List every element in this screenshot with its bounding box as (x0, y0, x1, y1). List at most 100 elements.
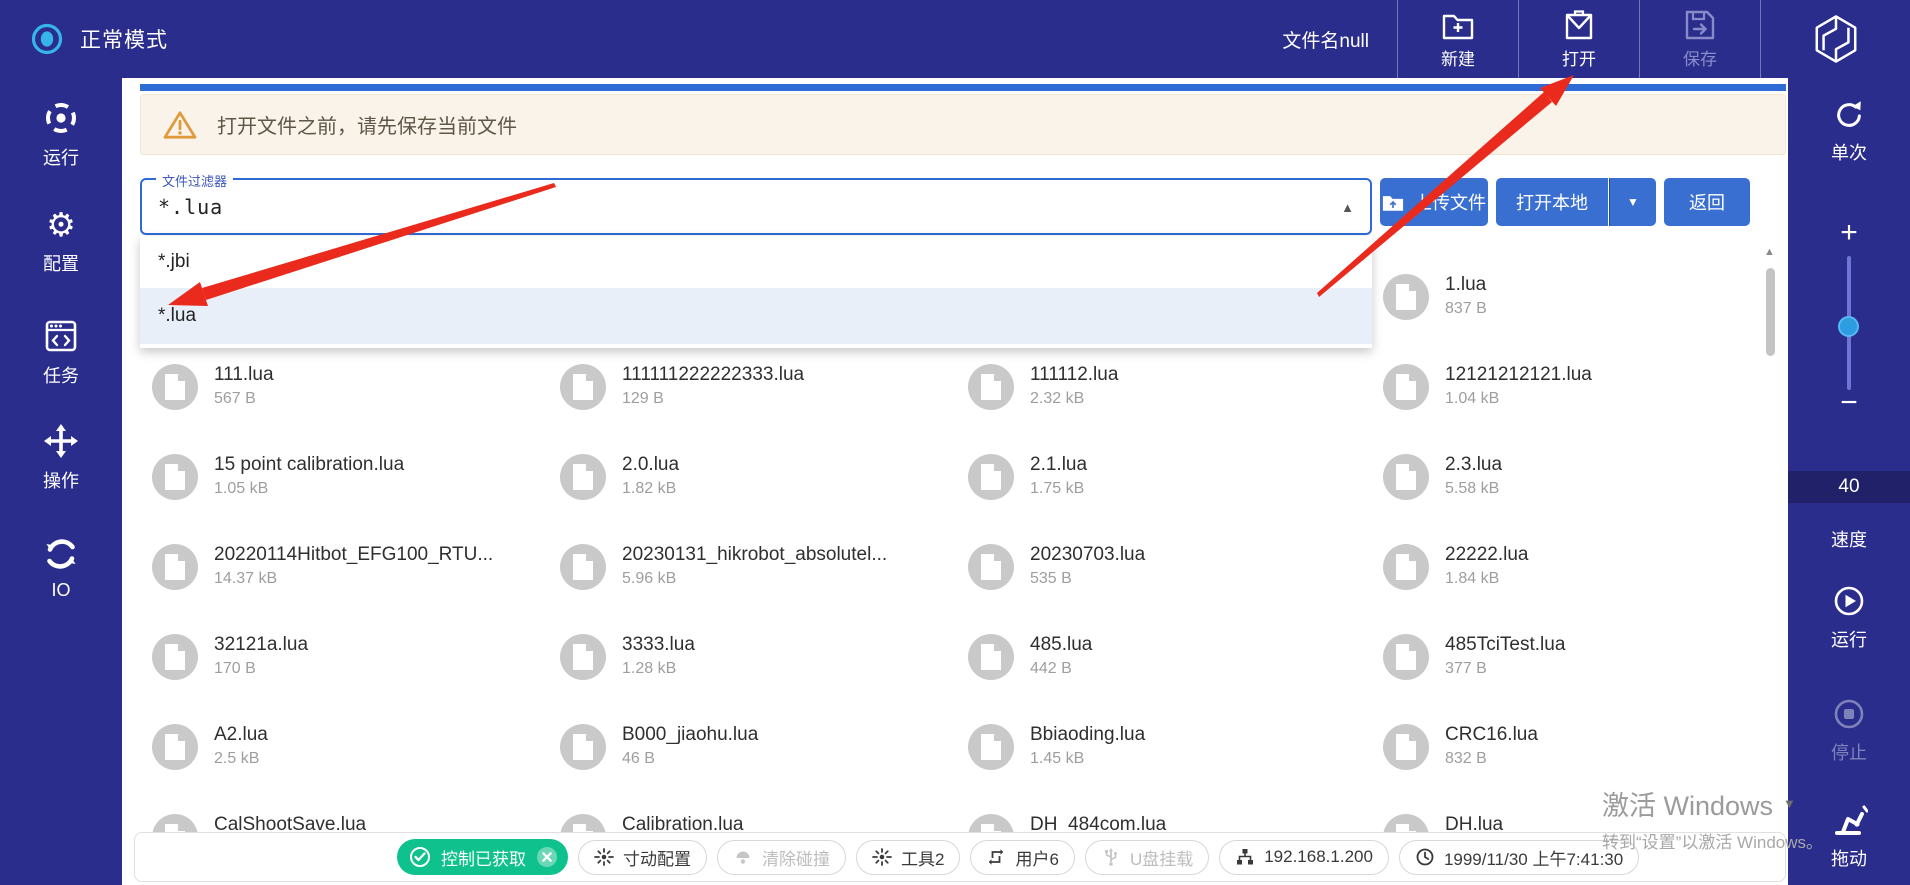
clear-collision-chip[interactable]: 清除碰撞 (717, 840, 846, 875)
file-icon (152, 454, 198, 500)
file-item[interactable]: Calibration.lua (560, 814, 940, 832)
file-name: DH_484com.lua (1030, 814, 1166, 832)
file-item[interactable]: 111.lua567 B (152, 364, 532, 410)
file-item[interactable]: 20230703.lua535 B (968, 544, 1348, 590)
sidebar-item-task[interactable]: 任务 (0, 318, 122, 388)
left-sidebar: 运行 ⚙ 配置 任务 操作 (0, 78, 122, 885)
file-item[interactable]: 32121a.lua170 B (152, 634, 532, 680)
datetime-label: 1999/11/30 上午7:41:30 (1444, 845, 1623, 870)
dropdown-option-jbi[interactable]: *.jbi (140, 236, 1372, 288)
scrollbar-thumb[interactable] (1766, 268, 1775, 356)
file-item[interactable]: 485.lua442 B (968, 634, 1348, 680)
file-item[interactable]: DH_484com.lua (968, 814, 1348, 832)
file-size: 129 B (622, 390, 804, 408)
file-icon (1383, 724, 1429, 770)
file-icon (968, 454, 1014, 500)
save-file-label: 保存 (1683, 45, 1717, 70)
file-item[interactable]: 111111222222333.lua129 B (560, 364, 940, 410)
close-circle-icon[interactable] (536, 846, 558, 868)
speed-minus-button[interactable]: − (1788, 386, 1910, 420)
file-item[interactable]: 15 point calibration.lua1.05 kB (152, 454, 532, 500)
top-bar: 正常模式 文件名null 新建 打开 保存 (0, 0, 1910, 78)
jog-icon (594, 847, 614, 867)
sidebar-item-io[interactable]: IO (0, 536, 122, 601)
file-icon (560, 364, 606, 410)
sidebar-item-operate[interactable]: 操作 (0, 423, 122, 493)
check-circle-icon (409, 846, 431, 868)
file-item[interactable]: 12121212121.lua1.04 kB (1383, 364, 1763, 410)
file-size: 535 B (1030, 570, 1145, 588)
file-icon (560, 634, 606, 680)
file-name: 2.0.lua (622, 454, 679, 476)
scrollbar-up-icon[interactable]: ▲ (1764, 246, 1775, 258)
file-item[interactable]: DH.lua (1383, 814, 1763, 832)
open-file-button[interactable]: 打开 (1518, 0, 1639, 78)
file-item[interactable]: Bbiaoding.lua1.45 kB (968, 724, 1348, 770)
brand-logo (1760, 0, 1910, 78)
file-item[interactable]: 2.1.lua1.75 kB (968, 454, 1348, 500)
control-acquired-label: 控制已获取 (441, 845, 526, 870)
ip-address-label: 192.168.1.200 (1264, 847, 1373, 867)
usb-mount-chip[interactable]: U盘挂载 (1085, 840, 1209, 875)
file-item[interactable]: 3333.lua1.28 kB (560, 634, 940, 680)
file-item[interactable]: 20230131_hikrobot_absolutel...5.96 kB (560, 544, 940, 590)
tool-chip[interactable]: 工具2 (856, 840, 960, 875)
drag-button[interactable]: 拖动 (1788, 800, 1910, 871)
new-file-label: 新建 (1441, 45, 1475, 70)
file-size: 14.37 kB (214, 570, 493, 588)
drag-label: 拖动 (1831, 845, 1867, 871)
sidebar-item-config[interactable]: ⚙ 配置 (0, 208, 122, 276)
file-size: 1.04 kB (1445, 390, 1592, 408)
control-acquired-chip[interactable]: 控制已获取 (397, 839, 568, 875)
file-item[interactable]: 20220114Hitbot_EFG100_RTU...14.37 kB (152, 544, 532, 590)
file-name: 32121a.lua (214, 634, 308, 656)
mode-indicator[interactable]: 正常模式 (0, 0, 168, 78)
file-size: 1.45 kB (1030, 750, 1145, 768)
file-size: 442 B (1030, 660, 1092, 678)
ip-address-chip[interactable]: 192.168.1.200 (1219, 840, 1389, 875)
new-file-button[interactable]: 新建 (1397, 0, 1518, 78)
sidebar-item-run[interactable]: 运行 (0, 100, 122, 170)
file-size: 5.58 kB (1445, 480, 1502, 498)
stop-button[interactable]: 停止 (1788, 696, 1910, 765)
file-item[interactable]: CalShootSave.lua (152, 814, 532, 832)
save-icon (1683, 9, 1717, 41)
file-item[interactable]: A2.lua2.5 kB (152, 724, 532, 770)
file-size: 46 B (622, 750, 758, 768)
repeat-icon (1832, 98, 1866, 132)
file-item[interactable]: 485TciTest.lua377 B (1383, 634, 1763, 680)
file-icon (560, 454, 606, 500)
gear-icon: ⚙ (46, 208, 76, 242)
file-icon (152, 364, 198, 410)
file-item[interactable]: B000_jiaohu.lua46 B (560, 724, 940, 770)
file-icon (968, 544, 1014, 590)
file-name: CRC16.lua (1445, 724, 1538, 746)
file-name: 111.lua (214, 364, 274, 386)
file-item[interactable]: 2.0.lua1.82 kB (560, 454, 940, 500)
file-icon (560, 544, 606, 590)
save-file-button[interactable]: 保存 (1639, 0, 1760, 78)
file-item[interactable]: 111112.lua2.32 kB (968, 364, 1348, 410)
datetime-chip[interactable]: 1999/11/30 上午7:41:30 (1399, 840, 1639, 875)
file-size: 837 B (1445, 300, 1487, 318)
jog-config-chip[interactable]: 寸动配置 (578, 840, 707, 875)
speed-plus-button[interactable]: + (1788, 216, 1910, 250)
file-item[interactable]: CRC16.lua832 B (1383, 724, 1763, 770)
filename-label: 文件名null (1282, 26, 1397, 53)
stop-circle-icon (1831, 696, 1867, 732)
sidebar-label-run: 运行 (43, 144, 79, 170)
file-icon (1383, 274, 1429, 320)
file-item[interactable]: 2.3.lua5.58 kB (1383, 454, 1763, 500)
single-cycle-button[interactable]: 单次 (1788, 98, 1910, 165)
run-button[interactable]: 运行 (1788, 583, 1910, 652)
dropdown-option-lua[interactable]: *.lua (140, 288, 1372, 344)
user-chip[interactable]: 用户6 (970, 840, 1074, 875)
sidebar-label-config: 配置 (43, 250, 79, 276)
file-item[interactable]: 22222.lua1.84 kB (1383, 544, 1763, 590)
file-item[interactable]: 1.lua837 B (1383, 274, 1763, 320)
user-frame-icon (986, 847, 1006, 867)
sidebar-label-operate: 操作 (43, 467, 79, 493)
speed-slider-thumb[interactable] (1838, 316, 1859, 337)
file-icon (968, 634, 1014, 680)
file-name: 485TciTest.lua (1445, 634, 1565, 656)
